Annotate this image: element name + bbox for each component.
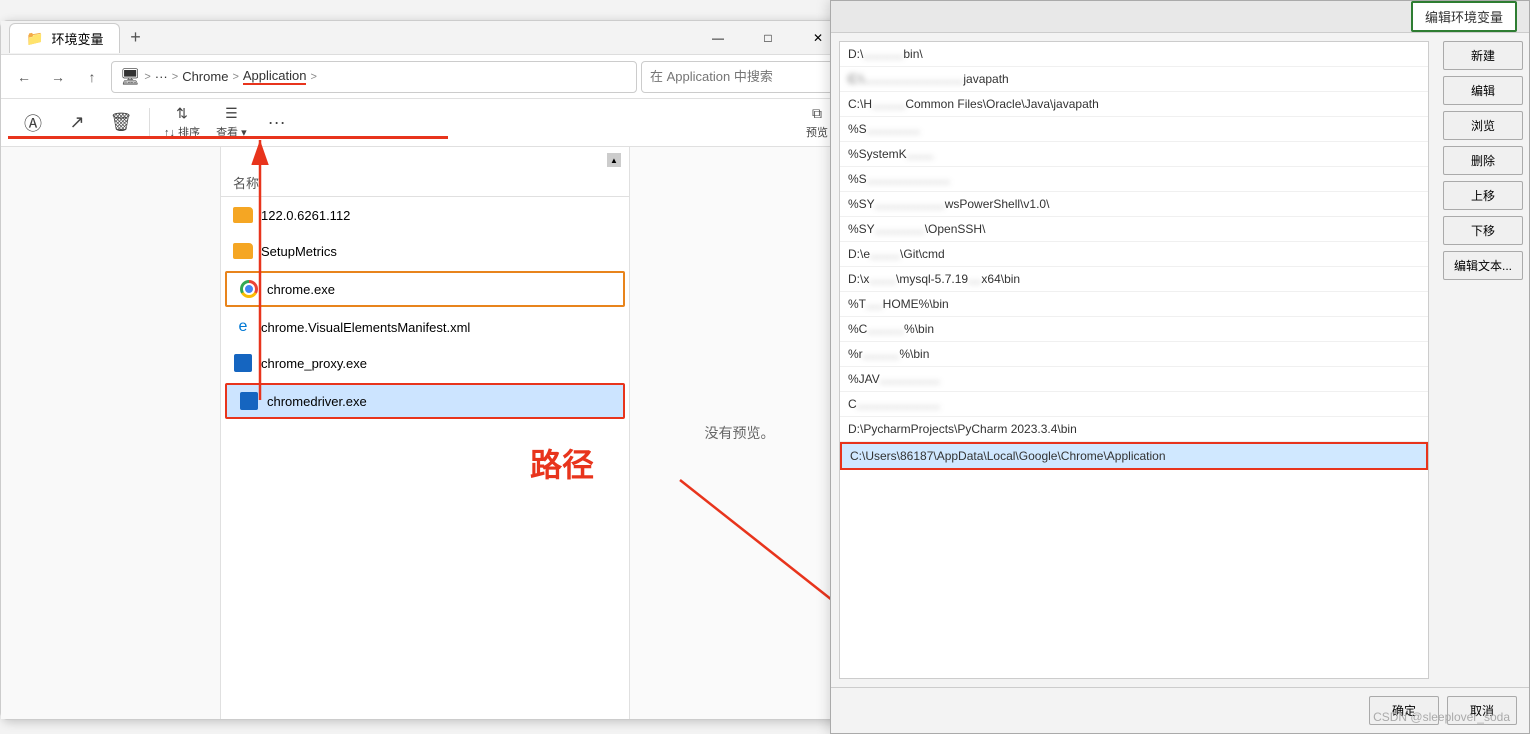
view-icon: ☰ (225, 105, 238, 122)
env-list[interactable]: D:\............bin\ C:\.................… (839, 41, 1429, 679)
edit-text-button[interactable]: 编辑文本... (1443, 251, 1523, 280)
browse-button[interactable]: 浏览 (1443, 111, 1523, 140)
preview-panel: 没有预览。 (629, 147, 849, 719)
file-name: 122.0.6261.112 (261, 208, 350, 223)
env-item[interactable]: %r...........%\bin (840, 342, 1428, 367)
more-icon: ··· (268, 112, 286, 133)
minimize-button[interactable]: — (695, 23, 741, 53)
column-header: 名称 (221, 169, 629, 197)
breadcrumb-application[interactable]: Application (243, 68, 307, 85)
rename-button[interactable]: Ⓐ (13, 103, 53, 143)
share-icon: ↗ (69, 112, 84, 133)
env-item[interactable]: C:\..............................javapat… (840, 67, 1428, 92)
more-button[interactable]: ··· (257, 103, 297, 143)
env-item[interactable]: %S................ (840, 117, 1428, 142)
env-action-buttons: 新建 编辑 浏览 删除 上移 下移 编辑文本... (1437, 33, 1529, 687)
env-item[interactable]: %JAV.................. (840, 367, 1428, 392)
name-column-header: 名称 (233, 173, 259, 192)
no-preview-text: 没有预览。 (705, 423, 775, 443)
chrome-icon (239, 279, 259, 299)
scroll-up-button[interactable]: ▲ (607, 153, 621, 167)
tab-bar: 📁 环境变量 + — □ ✕ (1, 21, 849, 55)
env-item[interactable]: D:\PycharmProjects\PyCharm 2023.3.4\bin (840, 417, 1428, 442)
env-item[interactable]: D:\............bin\ (840, 42, 1428, 67)
breadcrumb-chrome[interactable]: Chrome (182, 69, 228, 84)
edit-env-item-button[interactable]: 编辑 (1443, 76, 1523, 105)
content-area: ▲ 名称 122.0.6261.112 SetupMetrics (1, 147, 849, 719)
preview-label: 预览 (806, 124, 828, 140)
maximize-button[interactable]: □ (745, 23, 791, 53)
new-tab-button[interactable]: + (120, 23, 150, 53)
env-item[interactable]: %C...........%\bin (840, 317, 1428, 342)
separator (149, 108, 150, 138)
search-input[interactable] (641, 61, 841, 93)
env-item[interactable]: C......................... (840, 392, 1428, 417)
trash-icon: 🗑 (110, 112, 133, 133)
delete-button[interactable]: 🗑 (101, 103, 141, 143)
back-button[interactable]: ← (9, 62, 39, 92)
rename-icon: Ⓐ (24, 110, 42, 136)
view-button[interactable]: ☰ 查看 ▾ (210, 103, 253, 143)
move-down-button[interactable]: 下移 (1443, 216, 1523, 245)
env-item[interactable]: %SY...............\OpenSSH\ (840, 217, 1428, 242)
up-button[interactable]: ↑ (77, 62, 107, 92)
file-name: chrome_proxy.exe (261, 356, 367, 371)
move-up-button[interactable]: 上移 (1443, 181, 1523, 210)
xml-icon: e (233, 317, 253, 337)
sort-label: ↑↓ 排序 (164, 124, 200, 140)
share-button[interactable]: ↗ (57, 103, 97, 143)
list-item[interactable]: 122.0.6261.112 (221, 197, 629, 233)
env-item[interactable]: %SystemK........ (840, 142, 1428, 167)
watermark: CSDN @sleeplover_soda (1373, 710, 1510, 724)
exe-icon (233, 353, 253, 373)
file-list: ▲ 名称 122.0.6261.112 SetupMetrics (221, 147, 629, 719)
list-item[interactable]: SetupMetrics (221, 233, 629, 269)
file-name: chrome.VisualElementsManifest.xml (261, 320, 470, 335)
list-item[interactable]: e chrome.VisualElementsManifest.xml (221, 309, 629, 345)
tab-item[interactable]: 📁 环境变量 (9, 23, 120, 53)
forward-button[interactable]: → (43, 62, 73, 92)
exe-icon (239, 391, 259, 411)
file-name: SetupMetrics (261, 244, 337, 259)
sidebar (1, 147, 221, 719)
breadcrumb-root: 🖥 (120, 67, 140, 87)
chromedriver-exe-item[interactable]: chromedriver.exe (225, 383, 625, 419)
folder-icon (233, 241, 253, 261)
view-label: 查看 ▾ (216, 124, 247, 140)
file-name: chromedriver.exe (267, 394, 367, 409)
sort-icon: ⇅ (176, 105, 188, 122)
env-item-highlighted[interactable]: C:\Users\86187\AppData\Local\Google\Chro… (840, 442, 1428, 470)
delete-env-button[interactable]: 删除 (1443, 146, 1523, 175)
sort-button[interactable]: ⇅ ↑↓ 排序 (158, 103, 206, 143)
preview-icon: ⧉ (812, 105, 822, 122)
list-item[interactable]: chrome_proxy.exe (221, 345, 629, 381)
env-dialog: placeholder 编辑环境变量 D:\............bin\ C… (830, 0, 1530, 734)
tab-icon: 📁 (26, 30, 43, 47)
explorer-window: 📁 环境变量 + — □ ✕ ← → ↑ 🖥 > ··· > Chrome > … (0, 20, 850, 720)
window-controls: — □ ✕ (695, 23, 841, 53)
env-item[interactable]: D:\e.........\Git\cmd (840, 242, 1428, 267)
env-item[interactable]: %T.....HOME%\bin (840, 292, 1428, 317)
new-env-button[interactable]: 新建 (1443, 41, 1523, 70)
env-item[interactable]: D:\x........\mysql-5.7.19....x64\bin (840, 267, 1428, 292)
env-title-bar: placeholder 编辑环境变量 (831, 1, 1529, 33)
env-item[interactable]: C:\H..........Common Files\Oracle\Java\j… (840, 92, 1428, 117)
chrome-exe-item[interactable]: chrome.exe (225, 271, 625, 307)
tab-label: 环境变量 (51, 29, 103, 48)
toolbar: Ⓐ ↗ 🗑 ⇅ ↑↓ 排序 ☰ 查看 ▾ ··· ⧉ 预览 (1, 99, 849, 147)
edit-env-button[interactable]: 编辑环境变量 (1411, 1, 1517, 32)
breadcrumb-more[interactable]: ··· (155, 69, 168, 84)
address-bar: ← → ↑ 🖥 > ··· > Chrome > Application > (1, 55, 849, 99)
file-name: chrome.exe (267, 282, 335, 297)
breadcrumb[interactable]: 🖥 > ··· > Chrome > Application > (111, 61, 637, 93)
env-item[interactable]: %S......................... (840, 167, 1428, 192)
env-content: D:\............bin\ C:\.................… (831, 33, 1529, 687)
folder-icon (233, 205, 253, 225)
env-item[interactable]: %SY.....................wsPowerShell\v1.… (840, 192, 1428, 217)
